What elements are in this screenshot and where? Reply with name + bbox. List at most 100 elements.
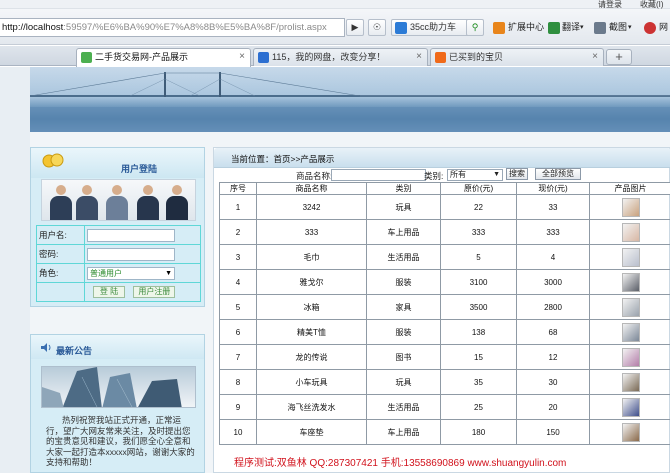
- column-header: 现价(元): [516, 182, 590, 195]
- table-row[interactable]: 1 3242 玩具 22 33: [219, 194, 670, 220]
- more-menu[interactable]: 网: [659, 19, 668, 36]
- product-thumbnail[interactable]: [621, 372, 640, 392]
- tab-bar: 二手货交易网-产品展示 × 115，我的网盘，改变分享！ × 已买到的宝贝 × …: [0, 46, 670, 67]
- register-button[interactable]: 用户注册: [133, 286, 176, 298]
- table-row[interactable]: 6 精美T恤 服装 138 68: [219, 319, 670, 345]
- extension-center-button[interactable]: 扩展中心: [508, 19, 544, 36]
- grid-icon: [395, 22, 407, 34]
- column-header: 产品图片: [589, 182, 670, 195]
- cell-orig: 3100: [440, 269, 517, 295]
- bridge-illustration: [30, 72, 670, 132]
- table-row[interactable]: 9 海飞丝洗发水 生活用品 25 20: [219, 394, 670, 420]
- chevron-down-icon[interactable]: ▾: [628, 19, 632, 36]
- go-icon[interactable]: ▶: [346, 19, 364, 36]
- product-thumbnail[interactable]: [621, 272, 640, 292]
- cell-orig: 5: [440, 244, 517, 270]
- cell-now: 30: [516, 369, 590, 395]
- password-input[interactable]: [87, 247, 175, 261]
- cell-no: 9: [219, 394, 257, 420]
- search-icon[interactable]: ⚲: [466, 19, 484, 36]
- close-icon[interactable]: ×: [592, 49, 598, 65]
- username-input[interactable]: [87, 228, 175, 242]
- app-icon[interactable]: [644, 22, 656, 34]
- product-thumbnail[interactable]: [621, 322, 640, 342]
- chevron-down-icon: ▼: [493, 171, 500, 178]
- cell-category: 生活用品: [366, 244, 441, 270]
- table-row[interactable]: 8 小车玩具 玩具 35 30: [219, 369, 670, 395]
- banner-image: [30, 67, 670, 132]
- cell-now: 3000: [516, 269, 590, 295]
- screenshot-button[interactable]: 截图: [609, 19, 627, 36]
- cell-name: 3242: [256, 194, 367, 220]
- cell-no: 6: [219, 319, 257, 345]
- product-thumbnail[interactable]: [621, 197, 640, 217]
- tab-product-list[interactable]: 二手货交易网-产品展示 ×: [76, 48, 251, 67]
- password-label: 密码:: [36, 244, 85, 264]
- login-button[interactable]: 登 陆: [93, 286, 125, 298]
- cell-now: 68: [516, 319, 590, 345]
- cell-now: 150: [516, 419, 590, 445]
- role-select[interactable]: 普通用户 ▼: [87, 266, 175, 280]
- table-row[interactable]: 2 333 车上用品 333 333: [219, 219, 670, 245]
- close-icon[interactable]: ×: [416, 49, 422, 65]
- cell-category: 车上用品: [366, 419, 441, 445]
- cell-image: [589, 219, 670, 245]
- cell-now: 333: [516, 219, 590, 245]
- translate-icon: [548, 22, 560, 34]
- page-icon: [81, 52, 92, 63]
- product-thumbnail[interactable]: [621, 297, 640, 317]
- cell-no: 2: [219, 219, 257, 245]
- cell-image: [589, 344, 670, 370]
- username-label: 用户名:: [36, 225, 85, 245]
- table-row[interactable]: 10 车座垫 车上用品 180 150: [219, 419, 670, 445]
- skyscraper-photo: [41, 366, 196, 408]
- cell-name: 333: [256, 219, 367, 245]
- notice-header: 最新公告: [31, 335, 204, 359]
- close-icon[interactable]: ×: [239, 49, 245, 65]
- search-button[interactable]: 搜索: [506, 168, 528, 180]
- url-input[interactable]: http://localhost:59597/%E6%BA%90%E7%A8%8…: [0, 18, 345, 37]
- breadcrumb-bar: 当前位置：首页>>产品展示: [214, 148, 670, 168]
- product-thumbnail[interactable]: [621, 397, 640, 417]
- product-thumbnail[interactable]: [621, 222, 640, 242]
- table-row[interactable]: 4 雅戈尔 服装 3100 3000: [219, 269, 670, 295]
- translate-button[interactable]: 翻译: [562, 19, 580, 36]
- product-panel: 当前位置：首页>>产品展示 商品名称: 类别: 所有 ▼ 搜索 全部预览 序号 …: [213, 147, 670, 473]
- cell-name: 毛巾: [256, 244, 367, 270]
- column-header: 序号: [219, 182, 257, 195]
- cell-no: 5: [219, 294, 257, 320]
- cell-orig: 3500: [440, 294, 517, 320]
- cell-category: 生活用品: [366, 394, 441, 420]
- shield-icon[interactable]: ☉: [368, 19, 386, 36]
- login-panel: 用户登陆 用户名: 密码: 角色: 普通用户 ▼ 登 陆 用户注册: [30, 147, 205, 307]
- chevron-down-icon[interactable]: ▾: [580, 19, 584, 36]
- product-thumbnail[interactable]: [621, 347, 640, 367]
- cell-image: [589, 244, 670, 270]
- product-thumbnail[interactable]: [621, 247, 640, 267]
- cell-image: [589, 419, 670, 445]
- new-tab-button[interactable]: +: [606, 49, 632, 65]
- table-row[interactable]: 3 毛巾 生活用品 5 4: [219, 244, 670, 270]
- search-name-input[interactable]: [331, 169, 426, 181]
- business-people-photo: [41, 179, 196, 221]
- table-row[interactable]: 7 龙的传说 图书 15 12: [219, 344, 670, 370]
- cell-now: 4: [516, 244, 590, 270]
- tab-115[interactable]: 115，我的网盘，改变分享！ ×: [253, 48, 428, 66]
- product-thumbnail[interactable]: [621, 422, 640, 442]
- page-icon: [258, 52, 269, 63]
- page-icon: [435, 52, 446, 63]
- cell-orig: 138: [440, 319, 517, 345]
- login-title: 用户登陆: [121, 164, 158, 174]
- cell-orig: 180: [440, 419, 517, 445]
- cell-no: 1: [219, 194, 257, 220]
- cell-name: 精美T恤: [256, 319, 367, 345]
- tab-purchased[interactable]: 已买到的宝贝 ×: [430, 48, 604, 66]
- view-all-button[interactable]: 全部预览: [535, 168, 581, 180]
- search-row: 商品名称: 类别: 所有 ▼ 搜索 全部预览: [214, 168, 670, 182]
- search-type-select[interactable]: 所有 ▼: [447, 169, 503, 181]
- cell-no: 7: [219, 344, 257, 370]
- table-row[interactable]: 5 冰箱 家具 3500 2800: [219, 294, 670, 320]
- cell-name: 车座垫: [256, 419, 367, 445]
- page-margin: [0, 67, 30, 473]
- cell-category: 家具: [366, 294, 441, 320]
